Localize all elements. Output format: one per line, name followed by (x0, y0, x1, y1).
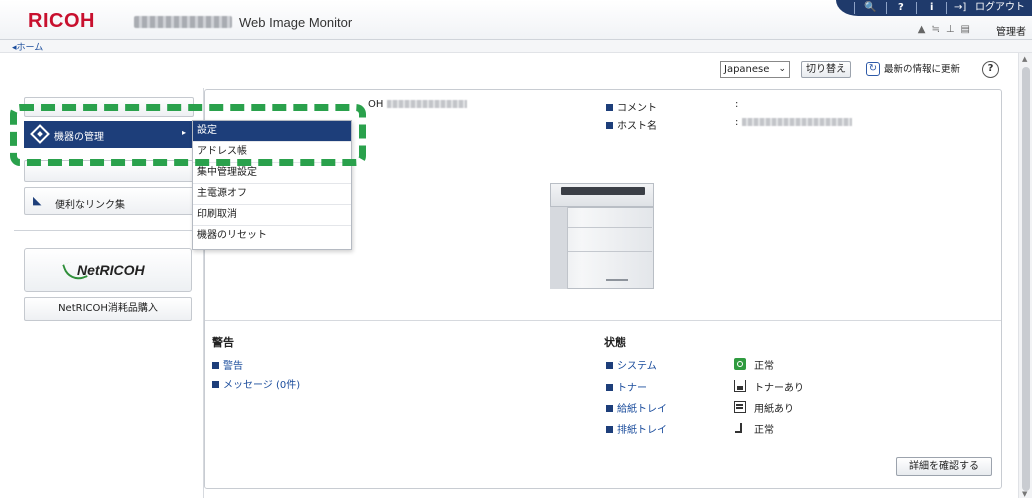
logout-icon[interactable]: →] (954, 1, 966, 15)
separator (916, 2, 917, 14)
separator (886, 2, 887, 14)
chevron-down-icon: ⌄ (778, 64, 786, 74)
status-toner-label[interactable]: トナー (606, 379, 647, 394)
search-icon[interactable]: 🔍 (864, 1, 876, 15)
printer-output-slot (561, 187, 645, 195)
paper-tray-icon (734, 401, 746, 413)
bullet-square (606, 405, 613, 412)
breadcrumb: ◂ホーム (0, 40, 1032, 53)
hostname-blurred (741, 118, 852, 126)
scroll-up-icon[interactable]: ▲ (1022, 55, 1027, 63)
status-input-tray-label[interactable]: 給紙トレイ (606, 400, 667, 415)
view-details-button[interactable]: 詳細を確認する (896, 457, 992, 476)
ok-status-icon (734, 358, 746, 370)
netricoh-buy-button[interactable]: NetRICOH消耗品購入 (24, 297, 192, 321)
separator (946, 2, 947, 14)
bullet-square (606, 122, 613, 129)
printer-image (550, 183, 654, 289)
menu-item-power-off[interactable]: 主電源オフ (193, 184, 351, 205)
status-output-tray-value: 正常 (754, 425, 774, 436)
vertical-scrollbar[interactable]: ▲ ▼ (1018, 53, 1032, 498)
printer-line (568, 251, 652, 252)
status-output-tray-label[interactable]: 排紙トレイ (606, 421, 667, 436)
printer-tray-handle (606, 279, 628, 281)
app-title: Web Image Monitor (239, 15, 353, 30)
device-model-blurred (386, 100, 467, 108)
bullet-square (606, 104, 613, 111)
toner-icon (734, 380, 746, 392)
messages-link[interactable]: メッセージ (0件) (212, 376, 300, 391)
printer-top (550, 183, 654, 207)
model-name-blurred (134, 16, 232, 28)
scroll-down-icon[interactable]: ▼ (1022, 490, 1027, 498)
refresh-icon: ↻ (866, 62, 880, 76)
bullet-square (212, 362, 219, 369)
status-toner-value: トナーあり (754, 383, 804, 394)
admin-label: 管理者 (996, 27, 1026, 38)
warnings-title: 警告 (212, 336, 234, 349)
refresh-button[interactable]: ↻ 最新の情報に更新 (866, 61, 960, 78)
bullet-square (606, 362, 613, 369)
switch-language-button[interactable]: 切り替え (801, 61, 851, 78)
menu-item-cancel-print[interactable]: 印刷取消 (193, 205, 351, 226)
header-action-strip: 🔍 ? i →] ログアウト (836, 0, 1032, 16)
sidebar-item-links[interactable]: ◣ 便利なリンク集 (24, 187, 194, 215)
section-divider (205, 320, 1001, 321)
header-bar: 🔍 ? i →] ログアウト RICOH Web Image Monitor ▲… (0, 0, 1032, 40)
arrow-link-icon: ◣ (33, 194, 42, 207)
warning-link[interactable]: 警告 (212, 357, 243, 372)
ricoh-logo: RICOH (28, 10, 95, 32)
menu-item-central-management[interactable]: 集中管理設定 (193, 163, 351, 184)
separator (854, 2, 855, 14)
device-model-line: OH (368, 99, 467, 110)
device-status-icons: ▲≒⊥▤ (917, 24, 976, 35)
comment-row: コメント (606, 99, 657, 114)
hostname-value: : (735, 117, 852, 128)
bullet-square (212, 381, 219, 388)
printer-side (550, 207, 568, 289)
highlight-annotation (10, 104, 366, 166)
netricoh-banner[interactable]: NetRICOH (24, 248, 192, 292)
divider (14, 230, 204, 231)
bullet-square (606, 384, 613, 391)
help-icon[interactable]: ? (982, 61, 999, 78)
status-system-label[interactable]: システム (606, 357, 657, 372)
scroll-thumb[interactable] (1022, 67, 1030, 491)
logout-link[interactable]: ログアウト (975, 1, 1025, 15)
comment-value: : (735, 99, 739, 110)
status-input-tray-value: 用紙あり (754, 404, 794, 415)
help-icon[interactable]: ? (898, 1, 904, 15)
menu-item-reset-device[interactable]: 機器のリセット (193, 226, 351, 247)
status-title: 状態 (604, 336, 626, 349)
printer-line (568, 227, 652, 228)
info-icon[interactable]: i (930, 1, 933, 15)
language-select[interactable]: Japanese ⌄ (720, 61, 790, 78)
output-tray-icon (734, 422, 746, 434)
status-system-value: 正常 (754, 361, 774, 372)
bullet-square (606, 426, 613, 433)
hostname-row: ホスト名 (606, 117, 657, 132)
breadcrumb-home[interactable]: ◂ホーム (12, 40, 43, 53)
